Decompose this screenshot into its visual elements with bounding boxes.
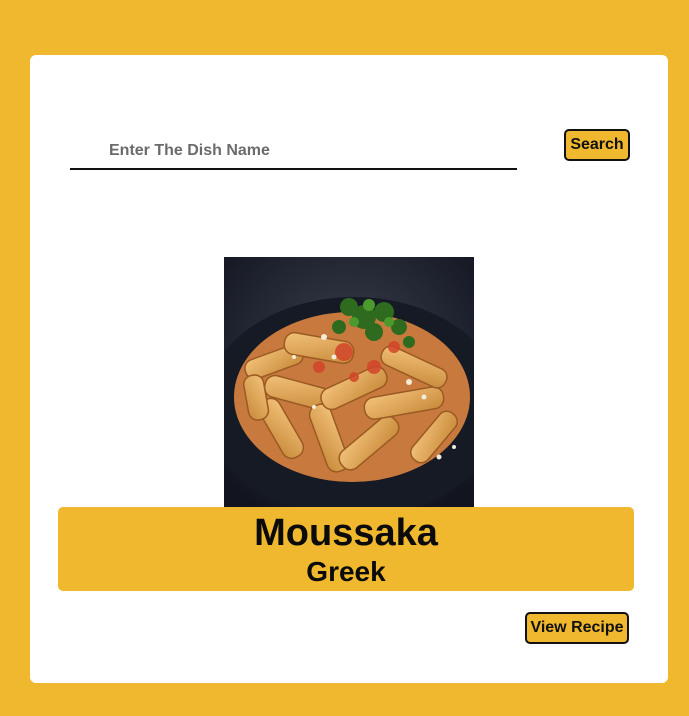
- dish-image: [224, 257, 474, 507]
- search-button[interactable]: Search: [564, 129, 630, 161]
- pasta-photo-icon: [224, 257, 474, 507]
- view-recipe-button[interactable]: View Recipe: [525, 612, 629, 644]
- dish-info-banner: Moussaka Greek: [58, 507, 634, 591]
- dish-name: Moussaka: [254, 512, 438, 554]
- dish-area: Greek: [306, 556, 386, 587]
- recipe-card: Search: [30, 55, 668, 683]
- search-bar: Search: [70, 129, 630, 174]
- search-input[interactable]: [70, 134, 517, 170]
